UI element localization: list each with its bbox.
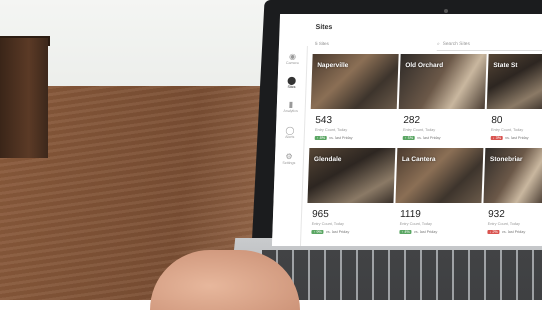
entry-count-label: Entry Count, Today <box>487 222 521 226</box>
entry-count-label: Entry Count, Today <box>399 222 433 226</box>
sidebar-item-label: Analytics <box>283 109 298 113</box>
entry-count: 543 <box>315 115 333 126</box>
entry-count-label: Entry Count, Today <box>314 128 348 132</box>
trend-text: vs. last Friday <box>413 230 438 234</box>
trend-row: ↓ 2% vs. last Friday <box>487 230 525 234</box>
sidebar-item-settings[interactable]: ⚙ Settings <box>277 152 301 166</box>
trend-row: ↓ 3% vs. last Friday <box>490 136 529 140</box>
trend-text: vs. last Friday <box>329 136 353 140</box>
search-icon: ⌕ <box>436 42 440 47</box>
sidebar-item-sites[interactable]: ⬤ Sites <box>279 76 303 90</box>
sidebar-item-camera[interactable]: ◉ Camera <box>280 52 304 66</box>
sidebar-item-analytics[interactable]: ▮ Analytics <box>279 100 303 114</box>
analytics-icon: ▮ <box>288 100 294 109</box>
trend-badge: ↑ 8% <box>314 136 328 140</box>
trend-badge: ↑ 4% <box>399 230 412 234</box>
trend-row: ↑ 5% vs. last Friday <box>402 136 441 140</box>
site-name: Naperville <box>317 62 349 69</box>
entry-count-label: Entry Count, Today <box>402 128 436 132</box>
site-card-old-orchard[interactable]: Old Orchard 282 Entry Count, Today ↑ 5% v… <box>397 54 487 146</box>
alert-icon: ◯ <box>285 126 295 135</box>
entry-count: 932 <box>487 209 505 220</box>
search-input[interactable]: ⌕ Search Sites <box>436 41 542 51</box>
sidebar-nav: ◉ Camera ⬤ Sites ▮ Analytics ◯ Alerts ⚙ … <box>271 46 308 246</box>
trend-row: ↑ 4% vs. last Friday <box>399 230 437 234</box>
trend-badge: ↑ 9% <box>311 230 324 234</box>
sidebar-item-label: Alerts <box>285 135 295 139</box>
sidebar-item-label: Camera <box>285 61 299 65</box>
trend-text: vs. last Friday <box>417 136 441 140</box>
entry-count-label: Entry Count, Today <box>311 222 345 226</box>
site-name: Stonebriar <box>489 156 523 163</box>
trend-text: vs. last Friday <box>501 230 526 234</box>
site-name: State St <box>493 62 518 69</box>
camera-icon: ◉ <box>288 52 297 61</box>
location-icon: ⬤ <box>287 76 297 85</box>
site-card-naperville[interactable]: Naperville 543 Entry Count, Today ↑ 8% vs… <box>309 54 399 146</box>
trend-row: ↑ 9% vs. last Friday <box>311 230 349 234</box>
site-name: Old Orchard <box>405 62 444 69</box>
entry-count: 1119 <box>399 209 422 220</box>
webcam-icon <box>444 9 448 13</box>
settings-icon: ⚙ <box>285 152 293 161</box>
search-placeholder: Search Sites <box>442 42 470 47</box>
trend-row: ↑ 8% vs. last Friday <box>314 136 353 140</box>
entry-count: 282 <box>403 115 421 126</box>
site-card-state-st[interactable]: State St 80 Entry Count, Today ↓ 3% vs. l… <box>485 54 542 146</box>
site-card-la-cantera[interactable]: La Cantera 1119 Entry Count, Today ↑ 4% v… <box>394 148 484 244</box>
entry-count: 965 <box>311 209 329 220</box>
trend-text: vs. last Friday <box>505 136 529 140</box>
page-title: Sites <box>315 24 333 31</box>
trend-badge: ↓ 2% <box>487 230 500 234</box>
trend-badge: ↓ 3% <box>490 136 504 140</box>
trend-badge: ↑ 5% <box>402 136 416 140</box>
site-card-glendale[interactable]: Glendale 965 Entry Count, Today ↑ 9% vs. … <box>306 148 396 244</box>
trend-text: vs. last Friday <box>325 230 350 234</box>
site-count: 5 Sites <box>314 41 329 46</box>
laptop-display: Sites 5 Sites ⌕ Search Sites ◉ Camera ⬤ S… <box>271 14 542 246</box>
site-card-stonebriar[interactable]: Stonebriar 932 Entry Count, Today ↓ 2% vs… <box>482 148 542 244</box>
sidebar-item-label: Settings <box>282 161 296 165</box>
entry-count-label: Entry Count, Today <box>490 128 524 132</box>
laptop-keyboard <box>262 250 542 300</box>
sidebar-item-label: Sites <box>287 85 296 89</box>
wooden-planter-box <box>0 38 48 158</box>
site-name: La Cantera <box>401 156 436 163</box>
entry-count: 80 <box>491 115 503 126</box>
site-name: Glendale <box>313 156 342 163</box>
sidebar-item-alerts[interactable]: ◯ Alerts <box>278 126 302 140</box>
